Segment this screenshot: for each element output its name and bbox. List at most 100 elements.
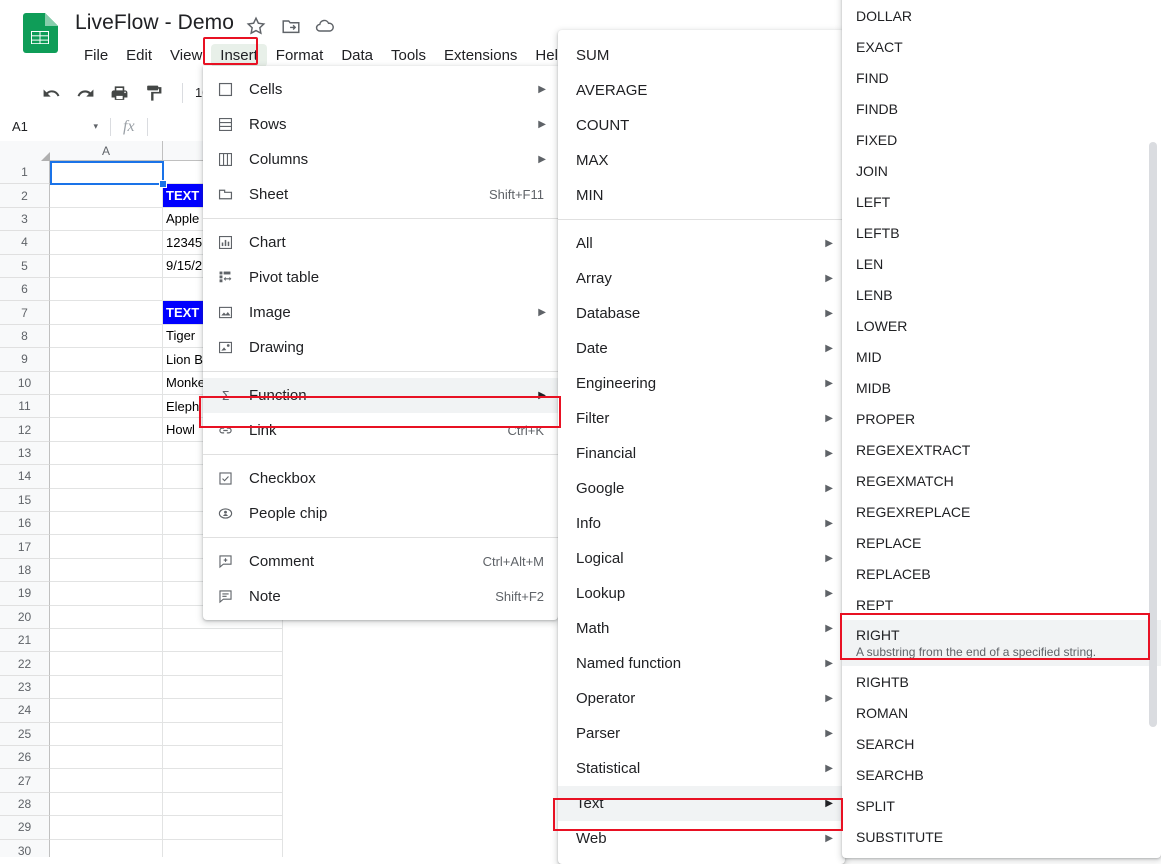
row-header[interactable]: 23 bbox=[0, 675, 50, 700]
function-menu-item-array[interactable]: Array ▶ bbox=[558, 261, 845, 296]
star-icon[interactable] bbox=[245, 15, 267, 37]
menu-bar-item-data[interactable]: Data bbox=[332, 44, 382, 67]
row-header[interactable]: 12 bbox=[0, 418, 50, 442]
text-function-item-regexextract[interactable]: REGEXEXTRACT bbox=[842, 434, 1161, 465]
function-menu-item-info[interactable]: Info ▶ bbox=[558, 506, 845, 541]
text-function-item-right[interactable]: RIGHT A substring from the end of a speci… bbox=[842, 620, 1161, 666]
row-header[interactable]: 24 bbox=[0, 699, 50, 723]
column-header-a[interactable]: A bbox=[50, 141, 163, 161]
function-menu-item-math[interactable]: Math ▶ bbox=[558, 611, 845, 646]
grid-cell[interactable] bbox=[50, 512, 163, 536]
grid-cell[interactable] bbox=[163, 675, 283, 700]
row-header[interactable]: 6 bbox=[0, 278, 50, 302]
row-header[interactable]: 14 bbox=[0, 465, 50, 489]
insert-menu-item-drawing[interactable]: Drawing bbox=[203, 330, 558, 365]
insert-menu-item-sheet[interactable]: Sheet Shift+F11 bbox=[203, 177, 558, 212]
grid-cell[interactable] bbox=[50, 441, 163, 466]
row-header[interactable]: 10 bbox=[0, 371, 50, 395]
function-menu-item-filter[interactable]: Filter ▶ bbox=[558, 401, 845, 436]
function-menu-item-text[interactable]: Text ▶ bbox=[558, 786, 845, 821]
grid-cell[interactable] bbox=[50, 722, 163, 746]
text-function-item-substitute[interactable]: SUBSTITUTE bbox=[842, 821, 1161, 852]
menu-bar-item-file[interactable]: File bbox=[75, 44, 117, 67]
grid-cell[interactable] bbox=[163, 839, 283, 857]
function-menu-item-google[interactable]: Google ▶ bbox=[558, 471, 845, 506]
undo-button[interactable] bbox=[38, 80, 64, 106]
grid-cell[interactable] bbox=[163, 769, 283, 793]
row-header[interactable]: 3 bbox=[0, 207, 50, 232]
grid-cell[interactable] bbox=[50, 582, 163, 606]
insert-menu-item-checkbox[interactable]: Checkbox bbox=[203, 461, 558, 496]
function-menu-item-date[interactable]: Date ▶ bbox=[558, 331, 845, 366]
row-header[interactable]: 4 bbox=[0, 231, 50, 255]
grid-cell[interactable] bbox=[163, 629, 283, 653]
function-menu-item-named-function[interactable]: Named function ▶ bbox=[558, 646, 845, 681]
text-function-item-roman[interactable]: ROMAN bbox=[842, 697, 1161, 728]
row-header[interactable]: 2 bbox=[0, 184, 50, 208]
function-menu-item-operator[interactable]: Operator ▶ bbox=[558, 681, 845, 716]
text-functions-submenu[interactable]: DOLLAR EXACT FIND FINDB FIXED JOIN LEFT LEFTB LE… bbox=[842, 0, 1161, 858]
select-all-corner[interactable] bbox=[0, 141, 51, 162]
function-menu-item-count[interactable]: COUNT bbox=[558, 108, 845, 143]
row-header[interactable]: 26 bbox=[0, 746, 50, 770]
grid-cell[interactable] bbox=[50, 207, 163, 232]
text-function-item-search[interactable]: SEARCH bbox=[842, 728, 1161, 759]
row-header[interactable]: 30 bbox=[0, 839, 50, 857]
function-menu-item-financial[interactable]: Financial ▶ bbox=[558, 436, 845, 471]
insert-menu-item-cells[interactable]: Cells ▶ bbox=[203, 72, 558, 107]
function-menu-item-lookup[interactable]: Lookup ▶ bbox=[558, 576, 845, 611]
text-submenu-scrollbar-thumb[interactable] bbox=[1149, 142, 1157, 727]
text-function-item-mid[interactable]: MID bbox=[842, 341, 1161, 372]
grid-cell[interactable] bbox=[50, 254, 163, 278]
insert-menu[interactable]: Cells ▶ Rows ▶ Columns ▶ Sheet Shift+F11 Chart Pi… bbox=[203, 66, 558, 620]
row-header[interactable]: 25 bbox=[0, 722, 50, 746]
row-header[interactable]: 7 bbox=[0, 301, 50, 325]
text-function-item-join[interactable]: JOIN bbox=[842, 155, 1161, 186]
insert-menu-item-people-chip[interactable]: People chip bbox=[203, 496, 558, 531]
text-function-item-midb[interactable]: MIDB bbox=[842, 372, 1161, 403]
paint-format-button[interactable] bbox=[140, 80, 166, 106]
grid-cell[interactable] bbox=[50, 699, 163, 723]
grid-cell[interactable] bbox=[50, 348, 163, 372]
grid-cell[interactable] bbox=[50, 161, 163, 185]
text-function-item-proper[interactable]: PROPER bbox=[842, 403, 1161, 434]
row-header[interactable]: 5 bbox=[0, 254, 50, 278]
text-function-item-regexreplace[interactable]: REGEXREPLACE bbox=[842, 496, 1161, 527]
insert-menu-item-comment[interactable]: Comment Ctrl+Alt+M bbox=[203, 544, 558, 579]
cloud-saved-icon[interactable] bbox=[314, 15, 336, 37]
grid-cell[interactable] bbox=[50, 535, 163, 559]
menu-bar-item-view[interactable]: View bbox=[161, 44, 211, 67]
grid-cell[interactable] bbox=[163, 746, 283, 770]
text-function-item-regexmatch[interactable]: REGEXMATCH bbox=[842, 465, 1161, 496]
print-button[interactable] bbox=[106, 80, 132, 106]
text-function-item-rightb[interactable]: RIGHTB bbox=[842, 666, 1161, 697]
text-function-item-fixed[interactable]: FIXED bbox=[842, 124, 1161, 155]
text-function-item-rept[interactable]: REPT bbox=[842, 589, 1161, 620]
grid-cell[interactable] bbox=[50, 301, 163, 325]
grid-cell[interactable] bbox=[50, 558, 163, 583]
grid-cell[interactable] bbox=[50, 395, 163, 419]
document-title[interactable]: LiveFlow - Demo bbox=[75, 11, 234, 35]
grid-cell[interactable] bbox=[50, 792, 163, 817]
name-box[interactable]: A1 ▾ bbox=[6, 116, 106, 138]
insert-menu-item-link[interactable]: Link Ctrl+K bbox=[203, 413, 558, 448]
grid-cell[interactable] bbox=[50, 746, 163, 770]
insert-menu-item-note[interactable]: Note Shift+F2 bbox=[203, 579, 558, 614]
row-header[interactable]: 18 bbox=[0, 558, 50, 583]
row-header[interactable]: 11 bbox=[0, 395, 50, 419]
grid-cell[interactable] bbox=[163, 699, 283, 723]
grid-cell[interactable] bbox=[50, 839, 163, 857]
row-header[interactable]: 27 bbox=[0, 769, 50, 793]
grid-cell[interactable] bbox=[163, 722, 283, 746]
grid-cell[interactable] bbox=[50, 769, 163, 793]
row-header[interactable]: 21 bbox=[0, 629, 50, 653]
grid-cell[interactable] bbox=[50, 605, 163, 629]
function-menu-item-all[interactable]: All ▶ bbox=[558, 226, 845, 261]
function-submenu[interactable]: SUM AVERAGE COUNT MAX MIN All ▶ Array ▶ Database ▶… bbox=[558, 30, 845, 864]
grid-cell[interactable] bbox=[163, 792, 283, 817]
insert-menu-item-image[interactable]: Image ▶ bbox=[203, 295, 558, 330]
text-function-item-split[interactable]: SPLIT bbox=[842, 790, 1161, 821]
row-header[interactable]: 1 bbox=[0, 161, 50, 185]
row-header[interactable]: 17 bbox=[0, 535, 50, 559]
grid-cell[interactable] bbox=[50, 465, 163, 489]
